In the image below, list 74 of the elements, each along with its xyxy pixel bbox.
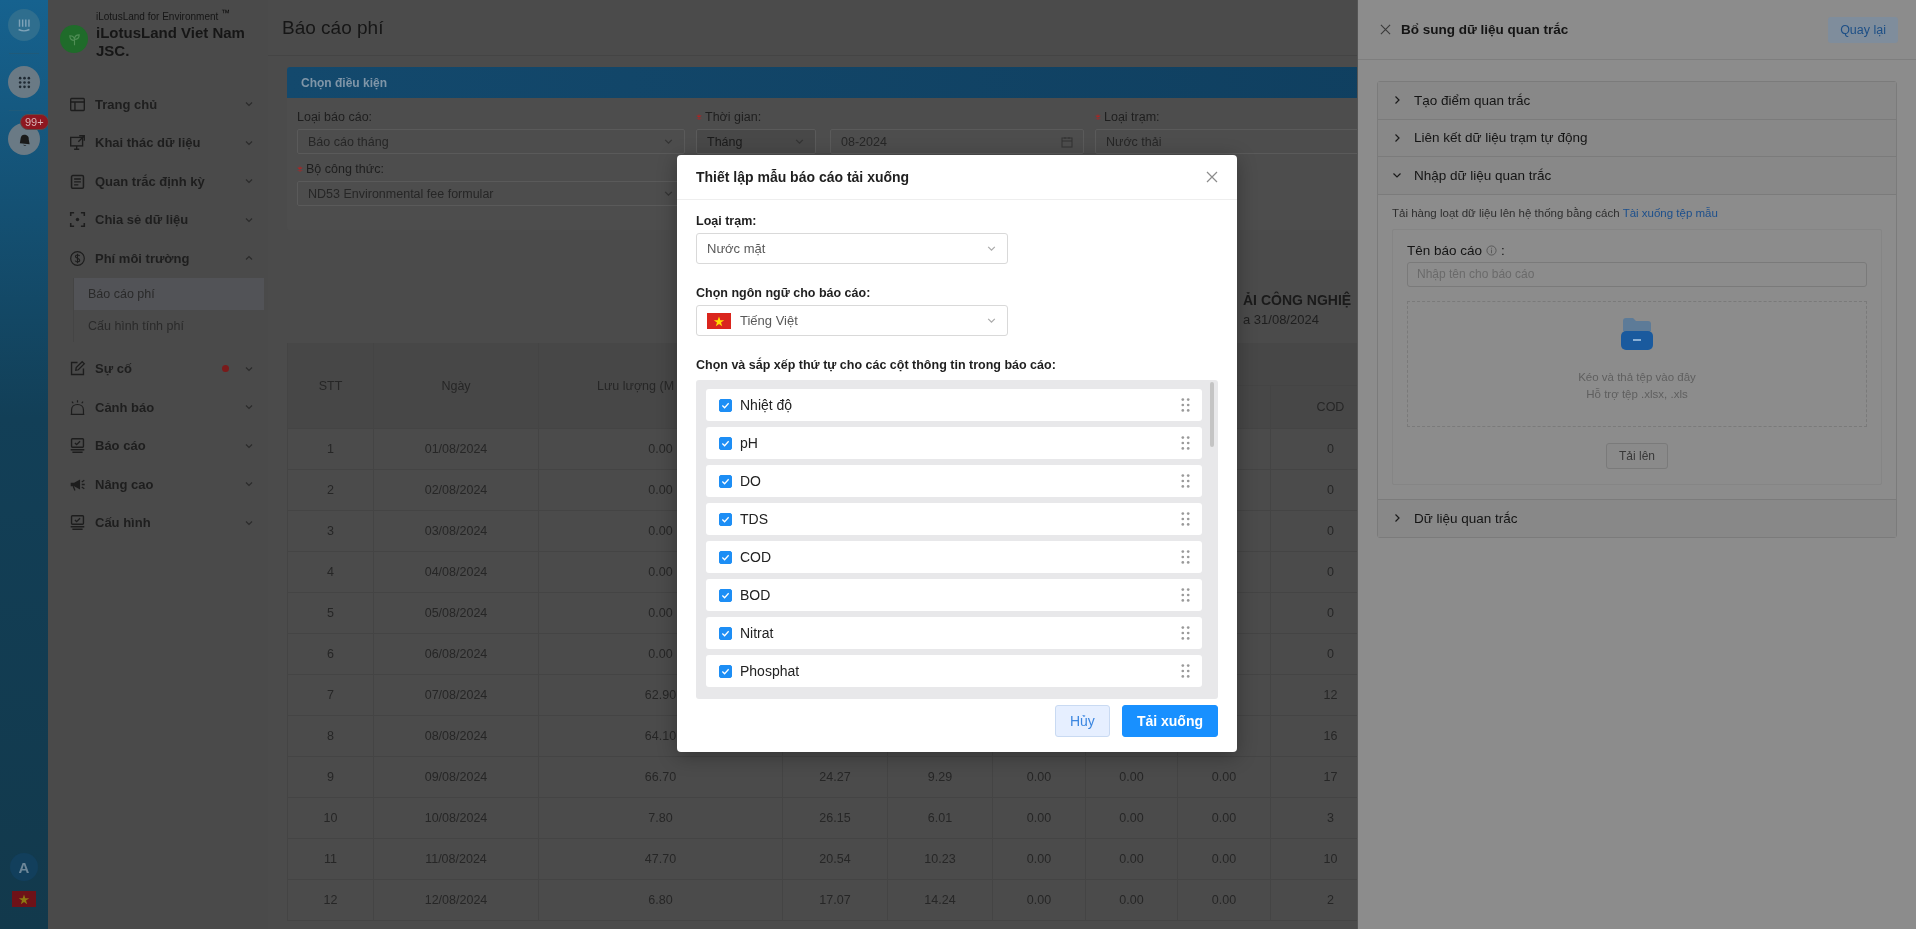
column-item[interactable]: Phosphat xyxy=(706,655,1202,687)
monitor-check-icon xyxy=(69,514,86,532)
template-download-link[interactable]: Tài xuống tệp mẫu xyxy=(1622,206,1718,219)
drag-handle-icon[interactable] xyxy=(1181,663,1190,679)
monitor-check-icon xyxy=(69,437,86,455)
edit-icon xyxy=(69,360,86,378)
drag-handle-icon[interactable] xyxy=(1181,397,1190,413)
checkmark-icon xyxy=(721,400,730,410)
drag-handle-icon[interactable] xyxy=(1181,511,1190,527)
vietnam-flag-icon xyxy=(707,312,731,329)
column-name: TDS xyxy=(740,511,769,527)
checkbox[interactable] xyxy=(719,664,732,678)
notification-badge: 99+ xyxy=(20,114,49,130)
vietnam-flag-icon xyxy=(12,891,36,907)
drag-handle-icon[interactable] xyxy=(1181,625,1190,641)
checkmark-icon xyxy=(721,552,730,562)
dollar-circle-icon xyxy=(69,249,86,267)
folder-icon xyxy=(1621,316,1653,351)
panel-header[interactable]: Nhập dữ liệu quan trắc xyxy=(1378,157,1896,195)
back-button[interactable]: Quay lại xyxy=(1828,16,1898,43)
scan-frame-icon xyxy=(69,211,86,229)
checkmark-icon xyxy=(721,628,730,638)
checkmark-icon xyxy=(721,590,730,600)
checkbox[interactable] xyxy=(719,474,732,488)
close-icon[interactable] xyxy=(1380,24,1391,35)
field-label: Chọn ngôn ngữ cho báo cáo: xyxy=(696,285,872,302)
alarm-bell-icon xyxy=(69,398,86,416)
download-button[interactable]: Tải xuống xyxy=(1121,705,1218,737)
column-name: COD xyxy=(740,549,773,565)
column-item[interactable]: COD xyxy=(706,541,1202,573)
document-icon xyxy=(69,172,86,190)
panel-header[interactable]: Liên kết dữ liệu trạm tự động xyxy=(1378,119,1896,157)
close-icon[interactable] xyxy=(1206,171,1218,183)
checkbox[interactable] xyxy=(719,588,732,602)
field-label: Loại trạm: xyxy=(696,213,758,230)
panel-header[interactable]: Dữ liệu quan trắc xyxy=(1378,499,1896,537)
column-item[interactable]: BOD xyxy=(706,579,1202,611)
checkbox[interactable] xyxy=(719,436,732,450)
drag-handle-icon[interactable] xyxy=(1181,549,1190,565)
modal-title: Thiết lập mẫu báo cáo tải xuống xyxy=(696,169,911,185)
panel-header[interactable]: Tạo điểm quan trắc xyxy=(1378,82,1896,120)
user-avatar[interactable]: A xyxy=(10,853,38,881)
cancel-button[interactable]: Hủy xyxy=(1054,705,1110,737)
drawer-title: Bổ sung dữ liệu quan trắc xyxy=(1401,22,1570,37)
column-name: DO xyxy=(740,473,762,489)
select-field[interactable]: Tiếng Việt xyxy=(696,305,1008,336)
label-colon: : xyxy=(1501,242,1505,258)
checkbox[interactable] xyxy=(719,398,732,412)
checkmark-icon xyxy=(721,514,730,524)
checkbox[interactable] xyxy=(719,512,732,526)
checkbox[interactable] xyxy=(719,550,732,564)
column-item[interactable]: DO xyxy=(706,465,1202,497)
column-item[interactable]: Nhiệt độ xyxy=(706,389,1202,421)
column-item[interactable]: Nitrat xyxy=(706,617,1202,649)
column-item[interactable]: pH xyxy=(706,427,1202,459)
field-label: Tên báo cáo xyxy=(1407,242,1483,258)
drag-handle-icon[interactable] xyxy=(1181,587,1190,603)
checkmark-icon xyxy=(721,666,730,676)
column-item[interactable]: TDS xyxy=(706,503,1202,535)
info-icon xyxy=(1486,244,1498,256)
monitor-arrow-icon xyxy=(69,134,86,152)
import-hint: Tải hàng loạt dữ liệu lên hệ thống bằng cách Tài xuống tệp mẫu xyxy=(1392,206,1718,219)
checkmark-icon xyxy=(721,476,730,486)
drag-handle-icon[interactable] xyxy=(1181,435,1190,451)
select-field[interactable]: Nước mặt xyxy=(696,233,1008,264)
app-logo-icon[interactable] xyxy=(8,9,40,41)
checkbox[interactable] xyxy=(719,626,732,640)
checkmark-icon xyxy=(721,438,730,448)
column-name: pH xyxy=(740,435,759,451)
apps-grid-icon[interactable] xyxy=(8,66,40,98)
leaf-logo-icon xyxy=(60,25,88,53)
scrollbar-thumb[interactable] xyxy=(1210,382,1214,447)
drag-handle-icon[interactable] xyxy=(1181,473,1190,489)
table-layout-icon xyxy=(69,95,86,113)
